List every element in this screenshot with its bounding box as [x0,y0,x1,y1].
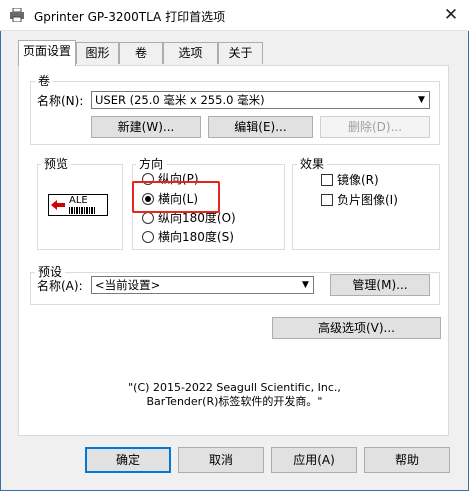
negative-label: 负片图像(I) [337,193,398,207]
stock-name-label: 名称(N): [37,94,84,108]
edit-button[interactable]: 编辑(E)... [208,116,313,138]
radio-portrait-180-label: 纵向180度(O) [158,211,236,225]
tab-stock[interactable]: 卷 [119,42,163,64]
cancel-button[interactable]: 取消 [178,447,264,473]
stock-group-label: 卷 [35,74,54,88]
tab-page: 卷 名称(N): USER (25.0 毫米 x 255.0 毫米) ▼ 新建(… [18,65,449,436]
mirror-checkbox[interactable]: 镜像(R) [321,173,431,188]
copyright-line-1: "(C) 2015-2022 Seagull Scientific, Inc., [128,381,341,394]
barcode-icon [69,207,95,214]
tab-graphics[interactable]: 图形 [76,42,119,64]
title-bar: Gprinter GP-3200TLA 打印首选项 ✕ [0,0,469,31]
arrow-left-icon [51,200,65,210]
new-button[interactable]: 新建(W)... [91,116,201,138]
help-button[interactable]: 帮助 [364,447,450,473]
chevron-down-icon: ▼ [302,280,309,290]
radio-landscape-180[interactable]: 横向180度(S) [142,230,282,245]
checkbox[interactable] [321,194,333,206]
tab-page-setup[interactable]: 页面设置 [18,40,76,66]
radio-button[interactable] [142,231,154,243]
presets-group-label: 预设 [35,265,66,279]
radio-portrait-180[interactable]: 纵向180度(O) [142,211,282,226]
stock-name-dropdown[interactable]: USER (25.0 毫米 x 255.0 毫米) ▼ [91,91,430,109]
manage-button[interactable]: 管理(M)... [330,274,430,296]
preset-name-label: 名称(A): [37,279,83,293]
tab-options[interactable]: 选项 [163,42,218,64]
tab-about[interactable]: 关于 [218,42,263,64]
radio-landscape-180-label: 横向180度(S) [158,230,234,244]
stock-name-value: USER (25.0 毫米 x 255.0 毫米) [95,93,265,107]
mirror-label: 镜像(R) [337,173,379,187]
printer-icon [10,8,24,22]
ok-button[interactable]: 确定 [85,447,171,473]
preview-sample-text: ALE [69,195,88,206]
negative-checkbox[interactable]: 负片图像(I) [321,193,431,208]
checkbox[interactable] [321,174,333,186]
window-title: Gprinter GP-3200TLA 打印首选项 [34,10,226,24]
chevron-down-icon: ▼ [418,95,425,105]
advanced-options-button[interactable]: 高级选项(V)... [272,317,441,339]
preset-dropdown[interactable]: <当前设置> ▼ [91,276,314,294]
preview-group-label: 预览 [41,157,72,171]
close-icon[interactable]: ✕ [440,4,462,26]
effects-group-label: 效果 [297,157,328,171]
label-preview: ALE [48,194,108,216]
radio-button[interactable] [142,212,154,224]
highlight-annotation [132,181,220,213]
delete-button[interactable]: 删除(D)... [320,116,430,138]
copyright-line-2: BarTender(R)标签软件的开发商。" [146,395,323,408]
orientation-group-label: 方向 [136,157,167,171]
preset-value: <当前设置> [95,278,161,292]
apply-button[interactable]: 应用(A) [271,447,357,473]
